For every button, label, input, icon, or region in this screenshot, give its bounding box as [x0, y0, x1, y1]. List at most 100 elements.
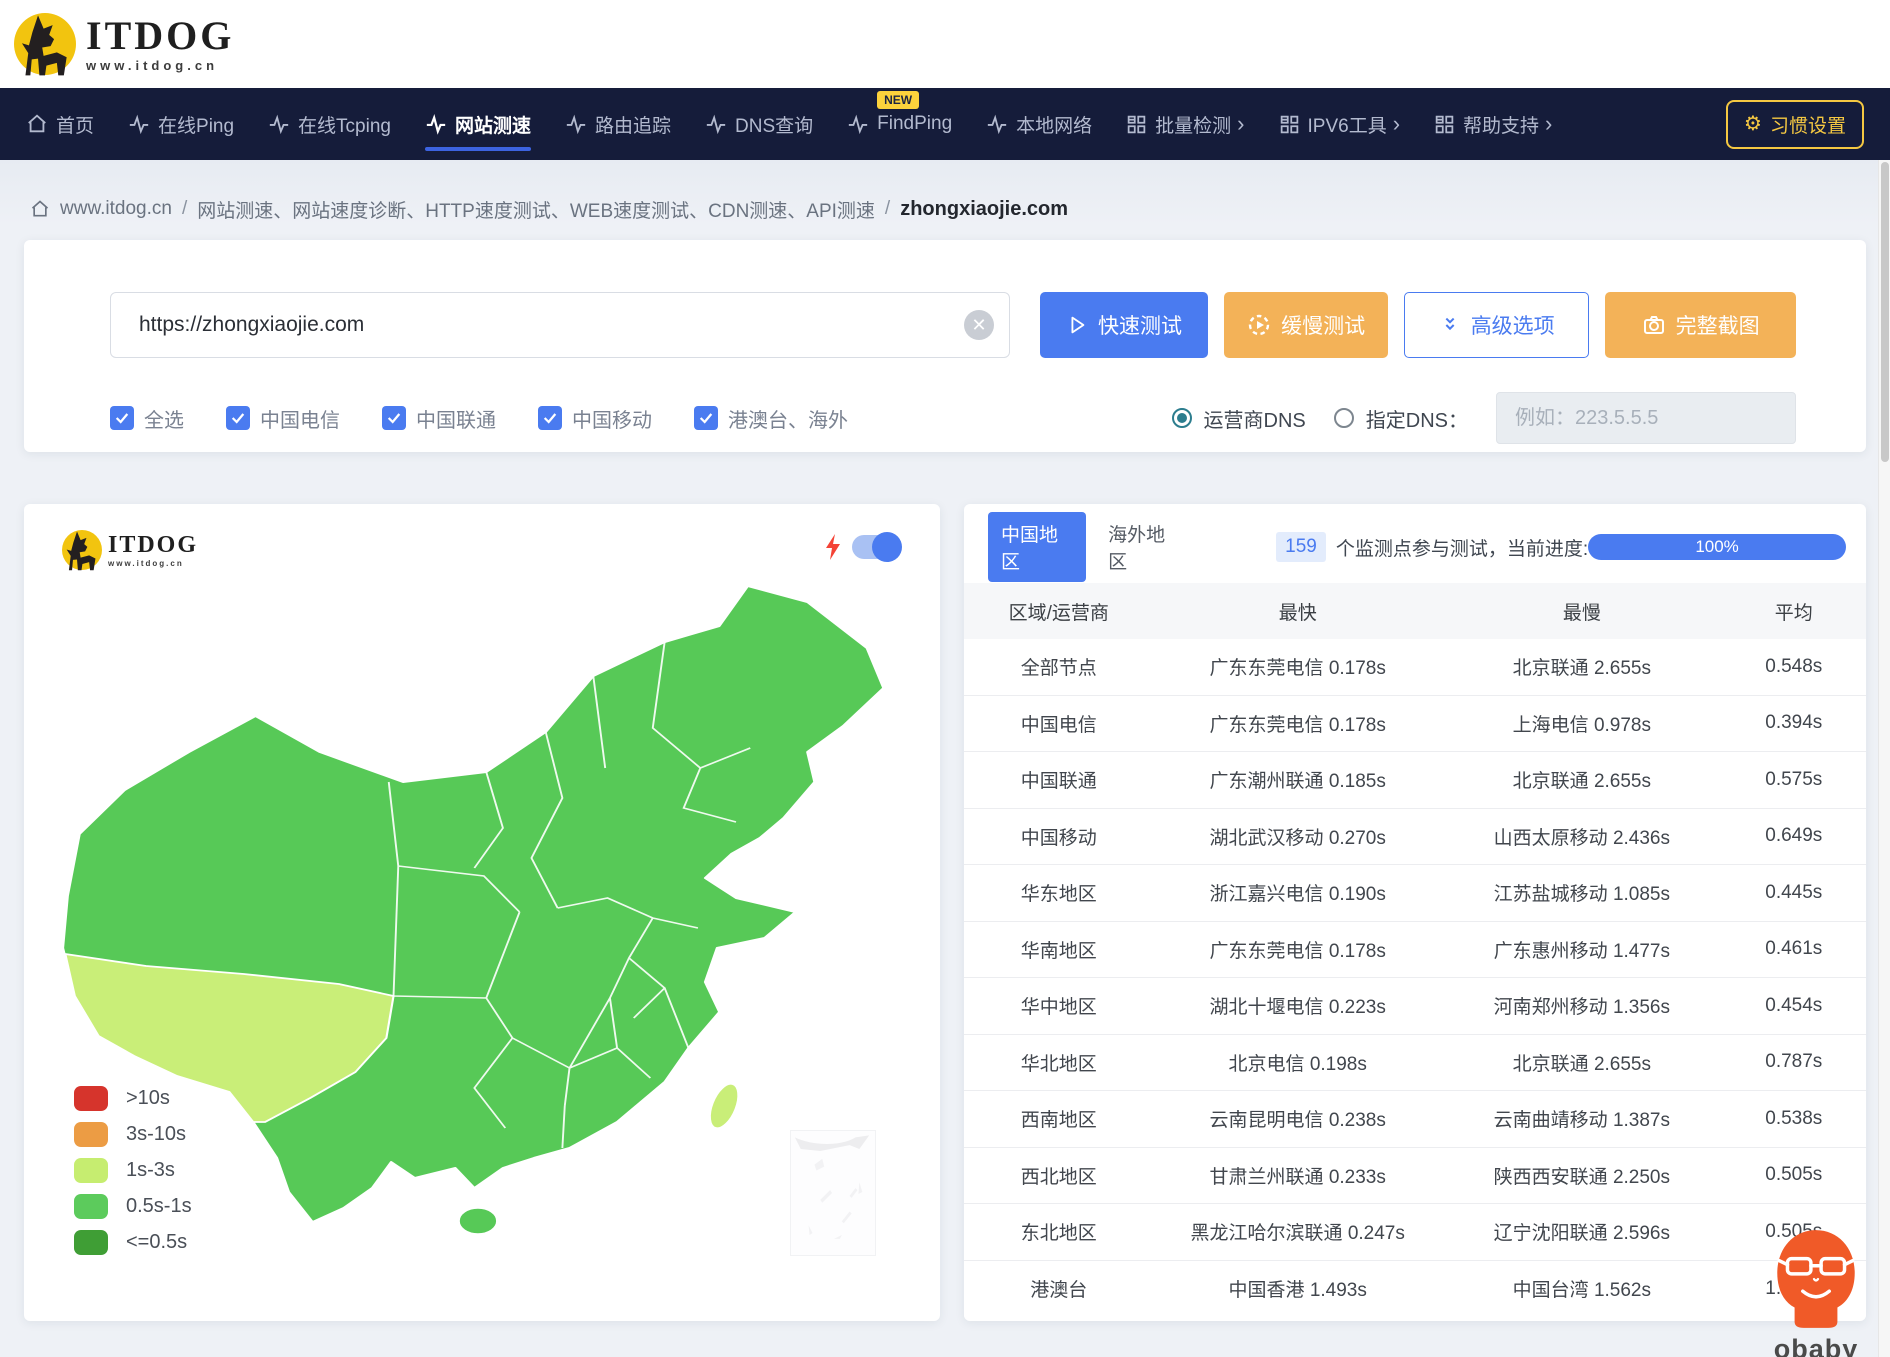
nav-item-ipv6-tools[interactable]: IPV6工具 ›	[1279, 88, 1401, 160]
full-screenshot-button[interactable]: 完整截图	[1605, 292, 1796, 358]
table-row-east-china: 华东地区浙江嘉兴电信 0.190s江苏盐城移动 1.085s0.445s	[964, 865, 1866, 922]
breadcrumb-separator: /	[182, 198, 187, 220]
preferences-button[interactable]: ⚙ 习惯设置	[1726, 100, 1864, 149]
map-speed-toggle-group	[824, 534, 900, 560]
advanced-options-button[interactable]: 高级选项	[1404, 292, 1589, 358]
play-icon	[1066, 314, 1088, 336]
legend-swatch-mid-green	[74, 1194, 108, 1219]
legend-swatch-light-green	[74, 1158, 108, 1183]
quick-test-button[interactable]: 快速测试	[1040, 292, 1208, 358]
activity-icon	[425, 113, 447, 135]
map-legend: >10s 3s-10s 1s-3s 0.5s-1s <=0.5s	[74, 1086, 192, 1255]
itdog-dog-icon	[62, 530, 102, 570]
checkbox-checked-icon	[110, 406, 134, 430]
hainan-island	[459, 1208, 497, 1234]
taiwan-island	[704, 1081, 744, 1131]
clear-input-icon[interactable]: ✕	[964, 310, 994, 340]
table-row-northeast-china: 东北地区黑龙江哈尔滨联通 0.247s辽宁沈阳联通 2.596s0.505s	[964, 1204, 1866, 1261]
nav-item-findping[interactable]: NEW FindPing	[847, 88, 952, 160]
checkbox-select-all[interactable]: 全选	[110, 404, 184, 433]
table-header: 区域/运营商 最快 最慢 平均	[964, 583, 1866, 639]
table-row-all-nodes: 全部节点广东东莞电信 0.178s北京联通 2.655s0.548s	[964, 639, 1866, 696]
table-row-central-china: 华中地区湖北十堰电信 0.223s河南郑州移动 1.356s0.454s	[964, 978, 1866, 1035]
breadcrumb-path: 网站测速、网站速度诊断、HTTP速度测试、WEB速度测试、CDN测速、API测速	[197, 196, 875, 223]
activity-icon	[565, 113, 587, 135]
custom-dns-label: 指定DNS：	[1366, 404, 1468, 433]
double-chevron-down-icon	[1439, 314, 1461, 336]
url-input[interactable]	[110, 292, 1010, 358]
dashed-play-icon	[1247, 313, 1271, 337]
checkbox-china-telecom[interactable]: 中国电信	[226, 404, 340, 433]
slow-test-button[interactable]: 缓慢测试	[1224, 292, 1388, 358]
chevron-right-icon: ›	[1237, 111, 1244, 137]
chevron-right-icon: ›	[1393, 111, 1400, 137]
nav-item-local-network[interactable]: 本地网络	[986, 88, 1092, 160]
result-panel: 中国地区 海外地区 159 个监测点参与测试，当前进度: 100% 区域/运营商…	[964, 504, 1866, 1321]
activity-icon	[986, 113, 1008, 135]
checkbox-china-unicom[interactable]: 中国联通	[382, 404, 496, 433]
table-row-china-telecom: 中国电信广东东莞电信 0.178s上海电信 0.978s0.394s	[964, 696, 1866, 753]
nav-item-online-ping[interactable]: 在线Ping	[128, 88, 234, 160]
checkbox-china-mobile[interactable]: 中国移动	[538, 404, 652, 433]
legend-swatch-orange	[74, 1122, 108, 1147]
custom-dns-input[interactable]	[1496, 392, 1796, 444]
logo-subtitle: www.itdog.cn	[86, 58, 234, 73]
radio-custom-dns[interactable]	[1334, 408, 1354, 428]
dns-options: 运营商DNS 指定DNS：	[1172, 392, 1796, 444]
table-row-hk-mo-tw: 港澳台中国香港 1.493s中国台湾 1.562s1.528s	[964, 1261, 1866, 1318]
logo-title: ITDOG	[86, 16, 234, 56]
checkbox-checked-icon	[226, 406, 250, 430]
breadcrumb-current-domain: zhongxiaojie.com	[900, 198, 1068, 221]
nav-item-help-support[interactable]: 帮助支持 ›	[1434, 88, 1552, 160]
itdog-logo[interactable]: ITDOG www.itdog.cn	[14, 13, 234, 75]
south-china-sea-inset	[790, 1130, 876, 1256]
chevron-right-icon: ›	[1545, 111, 1552, 137]
checkbox-hk-mo-tw-overseas[interactable]: 港澳台、海外	[694, 404, 848, 433]
activity-icon	[705, 113, 727, 135]
breadcrumb-separator: /	[885, 198, 890, 220]
nav-item-online-tcping[interactable]: 在线Tcping	[268, 88, 391, 160]
checkbox-checked-icon	[382, 406, 406, 430]
legend-item: 0.5s-1s	[74, 1194, 192, 1219]
table-row-northwest-china: 西北地区甘肃兰州联通 0.233s陕西西安联通 2.250s0.505s	[964, 1148, 1866, 1205]
scrollbar-thumb[interactable]	[1881, 162, 1889, 462]
table-row-south-china: 华南地区广东东莞电信 0.178s广东惠州移动 1.477s0.461s	[964, 922, 1866, 979]
home-icon	[26, 113, 48, 135]
tab-overseas-region[interactable]: 海外地区	[1108, 520, 1180, 574]
grid-icon	[1126, 114, 1147, 135]
checkbox-checked-icon	[694, 406, 718, 430]
nav-item-home[interactable]: 首页	[26, 88, 94, 160]
itdog-dog-icon	[14, 13, 76, 75]
breadcrumb: www.itdog.cn / 网站测速、网站速度诊断、HTTP速度测试、WEB速…	[0, 160, 1890, 226]
breadcrumb-home[interactable]: www.itdog.cn	[60, 198, 172, 220]
table-row-china-mobile: 中国移动湖北武汉移动 0.270s山西太原移动 2.436s0.649s	[964, 809, 1866, 866]
lightning-icon	[824, 534, 842, 560]
legend-item: >10s	[74, 1086, 192, 1111]
radio-isp-dns[interactable]	[1172, 408, 1192, 428]
table-row-southwest-china: 西南地区云南昆明电信 0.238s云南曲靖移动 1.387s0.538s	[964, 1091, 1866, 1148]
page-scrollbar[interactable]	[1878, 160, 1890, 1357]
nav-item-traceroute[interactable]: 路由追踪	[565, 88, 671, 160]
grid-icon	[1434, 114, 1455, 135]
tab-china-region[interactable]: 中国地区	[988, 512, 1086, 582]
map-toggle[interactable]	[852, 535, 900, 559]
nav-item-batch-test[interactable]: 批量检测 ›	[1126, 88, 1244, 160]
test-form-card: ✕ 快速测试 缓慢测试 高级选项 完整截图 全选 中国电信 中国	[24, 240, 1866, 452]
legend-item: 1s-3s	[74, 1158, 192, 1183]
nav-item-website-speedtest[interactable]: 网站测速	[425, 88, 531, 160]
activity-icon	[268, 113, 290, 135]
camera-icon	[1642, 313, 1666, 337]
main-nav: 首页 在线Ping 在线Tcping 网站测速 路由追踪 DNS查询 NEW F…	[0, 88, 1890, 160]
map-panel: ITDOG www.itdog.cn >10s	[24, 504, 940, 1321]
isp-dns-label: 运营商DNS	[1204, 404, 1306, 433]
legend-item: <=0.5s	[74, 1230, 192, 1255]
legend-item: 3s-10s	[74, 1122, 192, 1147]
watermark-name: obaby	[1768, 1334, 1864, 1357]
gear-icon: ⚙	[1744, 114, 1762, 134]
nav-item-dns-lookup[interactable]: DNS查询	[705, 88, 813, 160]
home-icon	[30, 199, 50, 219]
new-badge: NEW	[877, 91, 919, 109]
grid-icon	[1279, 114, 1300, 135]
legend-swatch-dark-green	[74, 1230, 108, 1255]
map-itdog-logo: ITDOG www.itdog.cn	[62, 530, 198, 570]
